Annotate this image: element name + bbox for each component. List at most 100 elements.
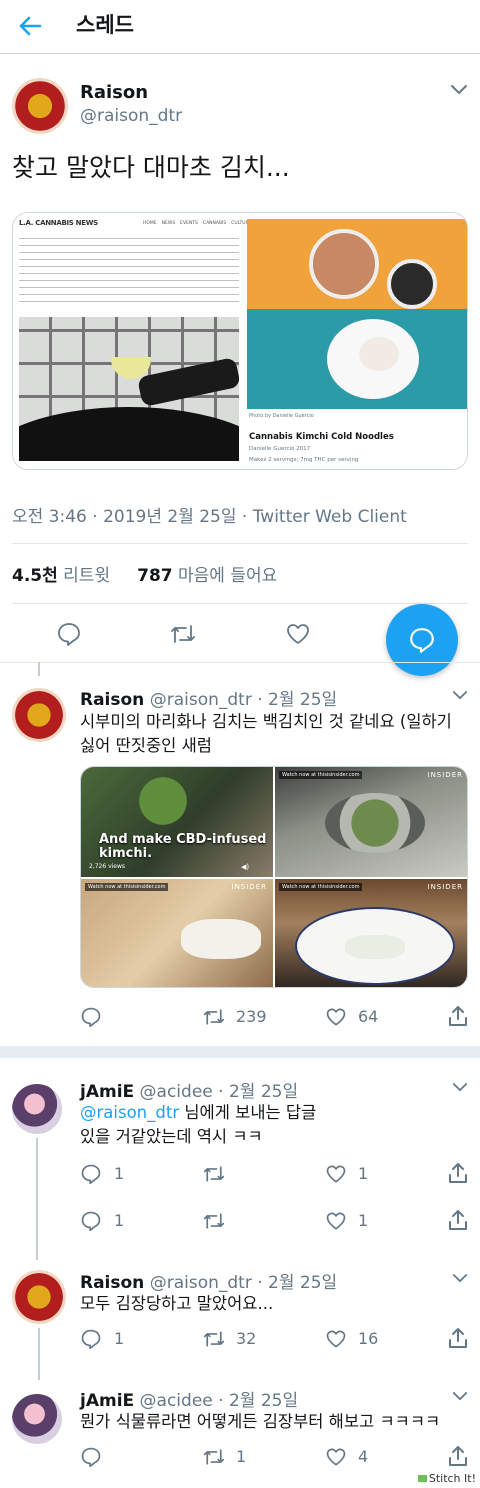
card-subtitle: Makes 2 servings; 7mg THC per serving	[249, 457, 359, 463]
reply-header: Raison @raison_dtr · 2월 25일	[80, 1268, 337, 1293]
compose-reply-button[interactable]	[386, 604, 458, 676]
section-divider	[0, 1046, 480, 1058]
tweet-media[interactable]: L.A. CANNABIS NEWS HOME NEWS EVENTS CANN…	[12, 212, 468, 470]
watch-label: Watch now at thisisinsider.com	[279, 883, 363, 891]
video-caption-line: kimchi.	[99, 846, 153, 861]
retweet-count: 239	[236, 1007, 267, 1026]
share-icon[interactable]	[448, 1327, 468, 1349]
author-name[interactable]: Raison	[80, 690, 144, 710]
video-grid[interactable]: And make CBD-infused kimchi. 2,726 views…	[80, 766, 468, 988]
retweet-icon[interactable]	[202, 1006, 226, 1028]
reply-count: 1	[114, 1164, 125, 1183]
author-name[interactable]: jAmiE	[80, 1082, 134, 1102]
back-arrow-icon[interactable]	[14, 10, 46, 42]
reply-text: 시부미의 마리화나 김치는 백김치인 것 같네요 (일하기 싫어 딴짓중인 새럼	[80, 710, 472, 758]
like-count: 64	[358, 1007, 379, 1026]
chevron-down-icon[interactable]	[452, 1082, 468, 1093]
author-name[interactable]: jAmiE	[80, 1391, 134, 1411]
thread-line	[36, 1138, 38, 1260]
reply-icon[interactable]	[80, 1210, 102, 1232]
video-thumbnail[interactable]: Watch now at thisisinsider.com INSIDER	[81, 879, 273, 987]
insider-logo: INSIDER	[231, 883, 267, 891]
author-handle[interactable]: @acidee	[140, 1391, 213, 1411]
reply-text-line: 있을 거같았는데 역시 ㅋㅋ	[80, 1127, 263, 1146]
heart-icon[interactable]	[325, 1328, 347, 1350]
share-icon[interactable]	[448, 1209, 468, 1231]
insider-logo: INSIDER	[427, 771, 463, 779]
nav-item: HOME	[143, 221, 157, 226]
reply-icon[interactable]	[80, 1446, 102, 1468]
cocktail-photo	[19, 317, 239, 461]
reply-date[interactable]: · 2월 25일	[257, 690, 337, 710]
retweet-icon[interactable]	[169, 621, 197, 647]
heart-icon[interactable]	[325, 1210, 347, 1232]
nav-item: EVENTS	[180, 221, 198, 226]
avatar[interactable]	[12, 1394, 62, 1444]
avatar[interactable]	[12, 688, 66, 742]
view-count: 2,726 views	[89, 863, 126, 870]
mention-link[interactable]: @raison_dtr	[80, 1103, 179, 1122]
author-handle[interactable]: @acidee	[140, 1082, 213, 1102]
video-caption-line: And make CBD-infused	[99, 832, 267, 847]
heart-icon[interactable]	[325, 1006, 347, 1028]
retweet-icon[interactable]	[202, 1163, 226, 1185]
share-icon[interactable]	[448, 1005, 468, 1027]
author-handle[interactable]: @raison_dtr	[150, 1273, 252, 1293]
like-label: 마음에 들어요	[178, 566, 278, 586]
tweet-text: 찾고 말았다 대마초 김치...	[12, 153, 290, 182]
stitch-icon	[417, 1475, 427, 1482]
reply-header: jAmiE @acidee · 2월 25일	[80, 1077, 298, 1102]
reply-text: 모두 김장당하고 말았어요...	[80, 1294, 274, 1313]
heart-icon[interactable]	[325, 1446, 347, 1468]
reply-date[interactable]: · 2월 25일	[218, 1082, 298, 1102]
heart-icon[interactable]	[325, 1163, 347, 1185]
chevron-down-icon[interactable]	[452, 690, 468, 701]
retweet-icon[interactable]	[202, 1446, 226, 1468]
retweet-label: 리트윗	[63, 566, 111, 586]
reply-text: 뭔가 식물류라면 어떻게든 김장부터 해보고 ㅋㅋㅋㅋ	[80, 1412, 441, 1431]
thread-line	[38, 662, 40, 676]
video-thumbnail[interactable]: Watch now at thisisinsider.com INSIDER	[275, 767, 467, 877]
photo-credit: Photo by Danielle Guercio	[249, 413, 314, 419]
author-handle[interactable]: @raison_dtr	[150, 690, 252, 710]
reply-icon[interactable]	[80, 1328, 102, 1350]
site-name: L.A. CANNABIS NEWS	[19, 219, 98, 227]
retweet-icon[interactable]	[202, 1210, 226, 1232]
reply-icon[interactable]	[80, 1006, 102, 1028]
share-icon[interactable]	[448, 1445, 468, 1467]
reply-text-line: 시부미의 마리화나 김치는 백김치인 것 같네요 (일하기	[80, 712, 452, 731]
chevron-down-icon[interactable]	[452, 1273, 468, 1284]
author-name[interactable]: Raison	[80, 1273, 144, 1293]
retweet-count: 1	[236, 1447, 247, 1466]
reply-date[interactable]: · 2월 25일	[257, 1273, 337, 1293]
chevron-down-icon[interactable]	[452, 1391, 468, 1402]
avatar[interactable]	[12, 78, 68, 134]
reply-text-line: 싫어 딴짓중인 새럼	[80, 736, 212, 755]
avatar[interactable]	[12, 1270, 66, 1324]
author-name[interactable]: Raison	[80, 82, 148, 103]
kimchi-photo	[247, 219, 467, 409]
reply-date[interactable]: · 2월 25일	[218, 1391, 298, 1411]
thread-line	[38, 1328, 40, 1380]
video-thumbnail[interactable]: And make CBD-infused kimchi. 2,726 views…	[81, 767, 273, 877]
reply-icon[interactable]	[80, 1163, 102, 1185]
heart-icon[interactable]	[285, 621, 311, 647]
divider	[12, 543, 468, 544]
divider	[12, 603, 468, 604]
share-icon[interactable]	[448, 1162, 468, 1184]
retweet-icon[interactable]	[202, 1328, 226, 1350]
reply-count: 1	[114, 1211, 125, 1230]
like-count: 787	[137, 566, 173, 586]
reply-text-line: @raison_dtr 님에게 보내는 답글	[80, 1101, 472, 1125]
avatar[interactable]	[12, 1084, 62, 1134]
reply-icon[interactable]	[56, 621, 82, 647]
chevron-down-icon[interactable]	[450, 84, 468, 96]
engagement-stats[interactable]: 4.5천 리트윗 787 마음에 들어요	[12, 561, 277, 586]
divider	[0, 662, 480, 663]
tweet-timestamp[interactable]: 오전 3:46 · 2019년 2월 25일 · Twitter Web Cli…	[12, 502, 407, 527]
video-thumbnail[interactable]: Watch now at thisisinsider.com INSIDER	[275, 879, 467, 987]
reply-count: 1	[114, 1329, 125, 1348]
retweet-count: 32	[236, 1329, 257, 1348]
volume-icon[interactable]: ◀)	[241, 863, 249, 871]
author-handle[interactable]: @raison_dtr	[80, 106, 182, 126]
